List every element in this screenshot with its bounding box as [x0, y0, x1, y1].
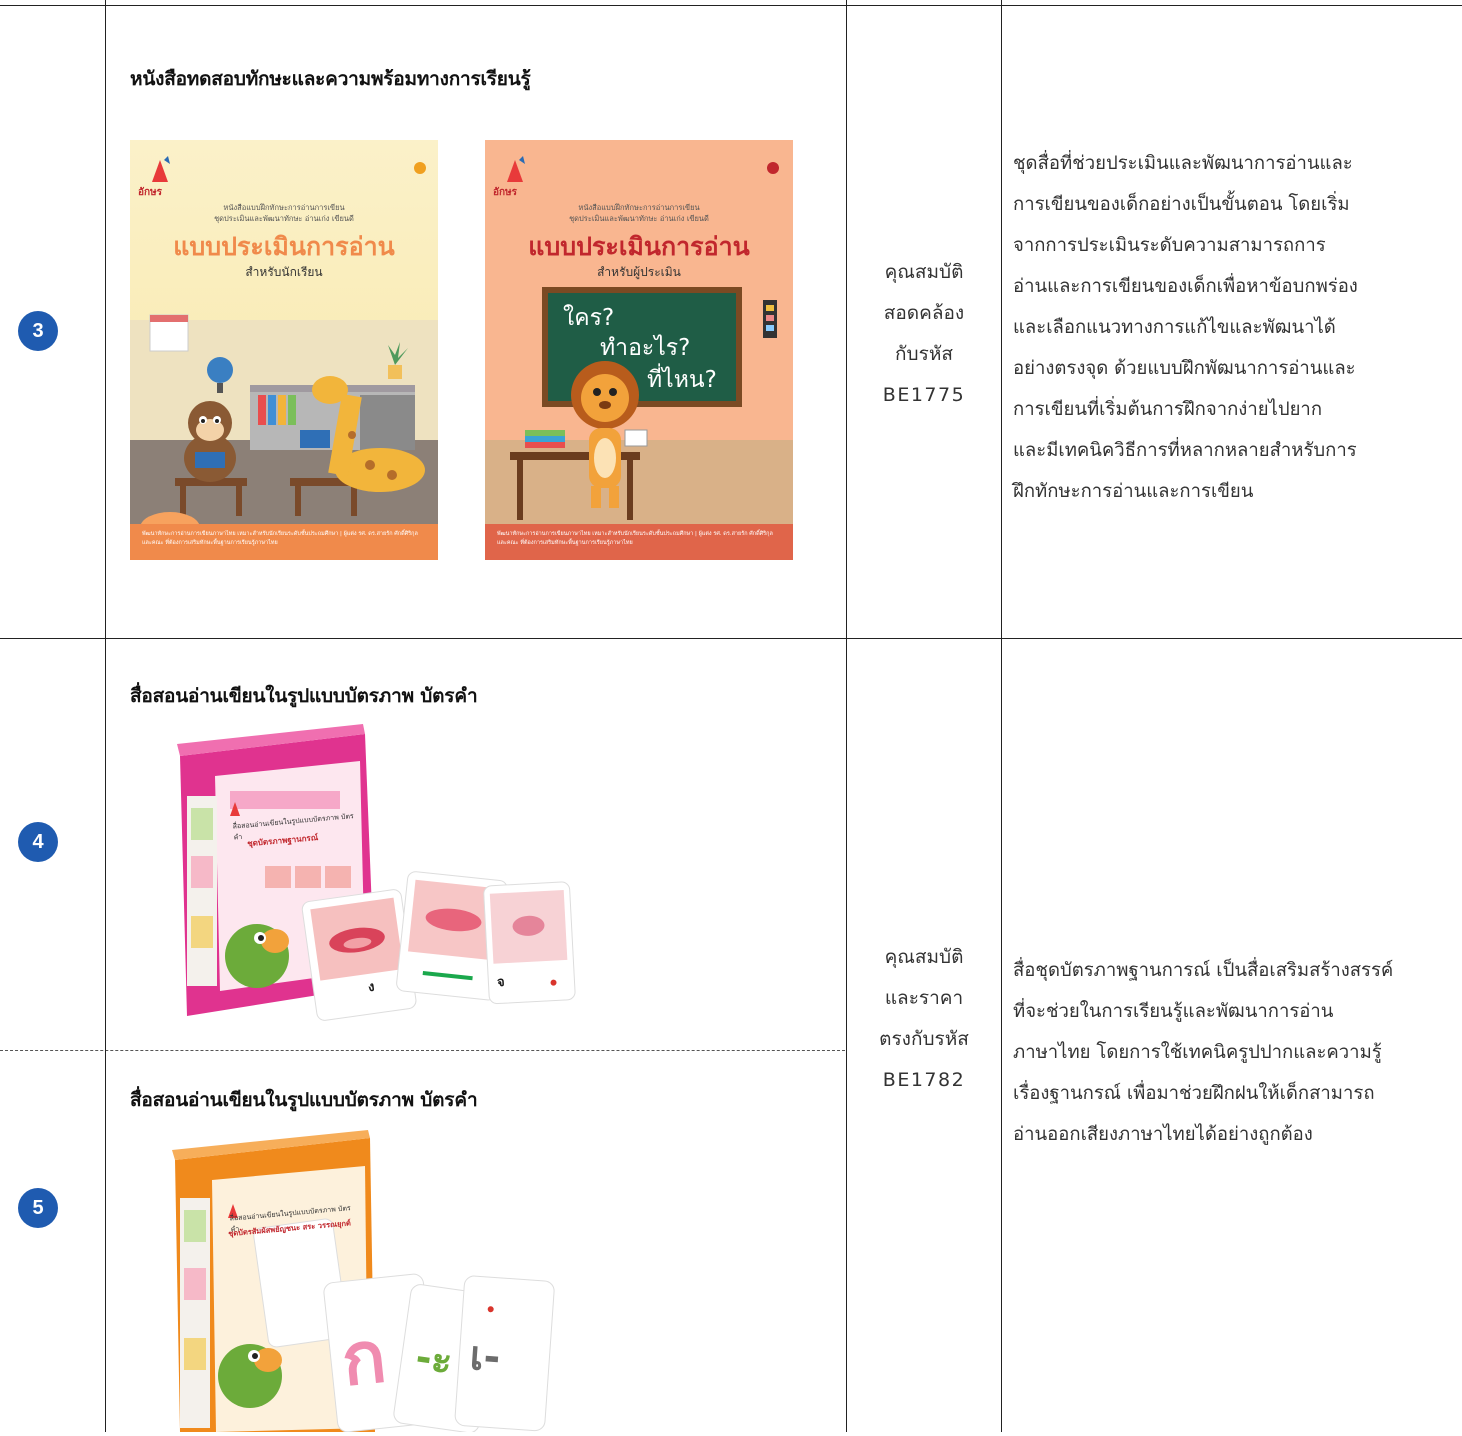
desc-line: และมีเทคนิควิธีการที่หลากหลายสำหรับการ: [1013, 440, 1357, 461]
prop-line-1: คุณสมบัติ: [884, 946, 964, 968]
desc-line: เรื่องฐานกรณ์ เพื่อมาช่วยฝึกฝนให้เด็กสาม…: [1013, 1083, 1375, 1104]
flashcard-box-pink: สื่อสอนอ่านเขียนในรูปแบบบัตรภาพ บัตรคำ ช…: [165, 716, 585, 1036]
publisher-brand: อักษร: [138, 187, 163, 198]
description-text: สื่อชุดบัตรภาพฐานการณ์ เป็นสื่อเสริมสร้า…: [1013, 950, 1438, 1155]
row-divider: [0, 638, 1462, 639]
dashed-row-divider: [0, 1050, 845, 1051]
product-code: BE1775: [882, 384, 966, 406]
desc-line: อ่านและการเขียนของเด็กเพื่อหาข้อบกพร่อง: [1013, 276, 1358, 297]
book-subtitle: สำหรับผู้ประเมิน: [597, 265, 681, 279]
book-top-line-1: หนังสือแบบฝึกทักษะการอ่านการเขียน: [223, 203, 345, 212]
book-subtitle: สำหรับนักเรียน: [245, 265, 323, 279]
desc-line: ฝึกทักษะการอ่านและการเขียน: [1013, 481, 1254, 502]
prop-line-3: ตรงกับรหัส: [879, 1028, 969, 1050]
book-footer: พัฒนาทักษะการอ่านการเขียนภาษาไทย เหมาะสำ…: [497, 531, 773, 546]
book-cover-assessor: อักษร หนังสือแบบฝึกทักษะการอ่านการเขียน …: [485, 140, 793, 560]
book-title: แบบประเมินการอ่าน: [173, 232, 395, 261]
column-divider-3: [1001, 0, 1002, 1432]
column-divider-1: [105, 0, 106, 1432]
prop-line-1: คุณสมบัติ: [884, 261, 964, 283]
chalkboard-text-2: ทำอะไร?: [600, 335, 691, 361]
table-top-border: [0, 5, 1462, 6]
desc-line: ที่จะช่วยในการเรียนรู้และพัฒนาการอ่าน: [1013, 1001, 1334, 1022]
book-title: แบบประเมินการอ่าน: [528, 232, 750, 261]
desc-line: และเลือกแนวทางการแก้ไขและพัฒนาได้: [1013, 317, 1336, 338]
chalkboard-text-3: ที่ไหน?: [647, 367, 717, 393]
desc-line: การเขียนที่เริ่มต้นการฝึกจากง่ายไปยาก: [1013, 399, 1323, 420]
properties-text: คุณสมบัติ และราคา ตรงกับรหัส BE1782: [848, 937, 1000, 1101]
prop-line-2: สอดคล้อง: [883, 302, 965, 324]
publisher-brand: อักษร: [493, 187, 518, 198]
product-code: BE1782: [882, 1069, 966, 1091]
desc-line: อ่านออกเสียงภาษาไทยได้อย่างถูกต้อง: [1013, 1124, 1313, 1145]
desc-line: อย่างตรงจุด ด้วยแบบฝึกพัฒนาการอ่านและ: [1013, 358, 1356, 379]
book-top-line-2: ชุดประเมินและพัฒนาทักษะ อ่านเก่ง เขียนดี: [214, 214, 354, 223]
item-title: สื่อสอนอ่านเขียนในรูปแบบบัตรภาพ บัตรคำ: [130, 1089, 478, 1111]
item-number-badge: 3: [18, 311, 58, 351]
properties-text: คุณสมบัติ สอดคล้อง กับรหัส BE1775: [848, 252, 1000, 416]
desc-line: จากการประเมินระดับความสามารถการ: [1013, 235, 1326, 256]
column-divider-2: [846, 0, 847, 1432]
item-title: สื่อสอนอ่านเขียนในรูปแบบบัตรภาพ บัตรคำ: [130, 685, 478, 707]
book-top-line-2: ชุดประเมินและพัฒนาทักษะ อ่านเก่ง เขียนดี: [569, 214, 709, 223]
card-letter-3: จ: [496, 974, 506, 991]
prop-line-3: กับรหัส: [895, 343, 953, 365]
prop-line-2: และราคา: [884, 987, 964, 1009]
item-number-badge: 4: [18, 822, 58, 862]
item-title: หนังสือทดสอบทักษะและความพร้อมทางการเรียน…: [130, 68, 531, 90]
desc-line: ภาษาไทย โดยการใช้เทคนิครูปปากและความรู้: [1013, 1042, 1382, 1063]
card-letter-3: เ-: [468, 1332, 502, 1381]
book-footer: พัฒนาทักษะการอ่านการเขียนภาษาไทย เหมาะสำ…: [142, 531, 418, 546]
book-cover-student: อักษร หนังสือแบบฝึกทักษะการอ่านการเขียน …: [130, 140, 438, 560]
book-top-line-1: หนังสือแบบฝึกทักษะการอ่านการเขียน: [578, 203, 700, 212]
desc-line: ชุดสื่อที่ช่วยประเมินและพัฒนาการอ่านและ: [1013, 153, 1353, 174]
desc-line: สื่อชุดบัตรภาพฐานการณ์ เป็นสื่อเสริมสร้า…: [1013, 960, 1394, 981]
flashcard-box-illustration: [177, 724, 576, 1021]
desc-line: การเขียนของเด็กอย่างเป็นขั้นตอน โดยเริ่ม: [1013, 194, 1350, 215]
item-number-badge: 5: [18, 1188, 58, 1228]
flashcard-box-orange: สื่อสอนอ่านเขียนในรูปแบบบัตรภาพ บัตรคำ ช…: [170, 1128, 570, 1434]
description-text: ชุดสื่อที่ช่วยประเมินและพัฒนาการอ่านและ …: [1013, 143, 1438, 512]
